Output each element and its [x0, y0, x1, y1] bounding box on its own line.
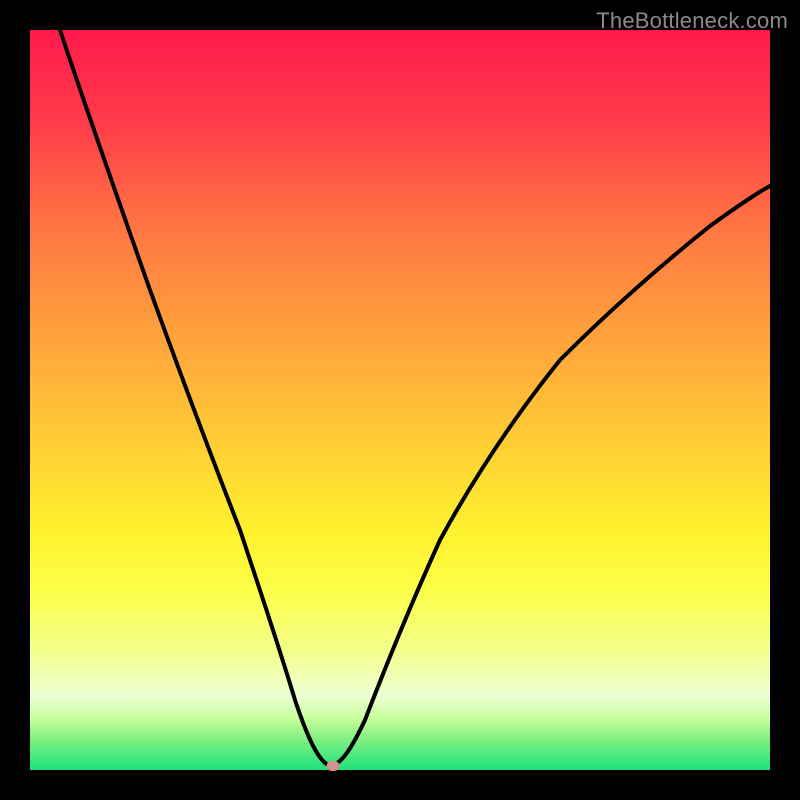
notch-marker [327, 761, 340, 771]
chart-canvas: TheBottleneck.com [0, 0, 800, 800]
plot-area [30, 30, 770, 770]
bottleneck-curve [30, 30, 770, 770]
curve-path [60, 30, 770, 766]
watermark-text: TheBottleneck.com [596, 8, 788, 34]
